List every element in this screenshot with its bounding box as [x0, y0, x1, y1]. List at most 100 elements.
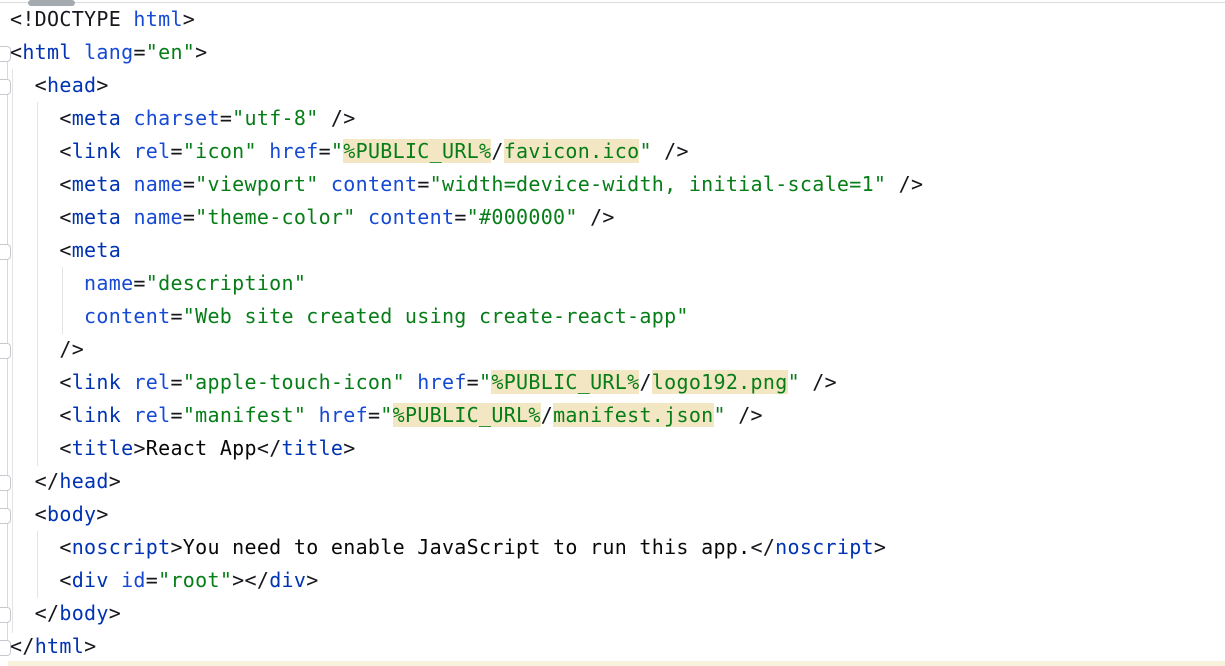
code-token: />: [886, 172, 923, 196]
code-token: =: [467, 370, 479, 394]
code-token: <: [10, 535, 72, 559]
code-token: =: [133, 271, 145, 295]
code-token: =: [183, 205, 195, 229]
code-token: [121, 205, 133, 229]
code-token: "manifest": [183, 403, 306, 427]
code-line[interactable]: <meta name="viewport" content="width=dev…: [10, 168, 1225, 201]
code-token: content: [331, 172, 417, 196]
code-token: =: [133, 40, 145, 64]
code-token: >: [109, 601, 121, 625]
code-token: >: [183, 7, 195, 31]
code-token: <: [10, 106, 72, 130]
code-token: />: [652, 139, 689, 163]
code-token: [405, 370, 417, 394]
code-token: ": [479, 370, 491, 394]
code-token: >: [96, 73, 108, 97]
code-line[interactable]: <meta: [10, 234, 1225, 267]
code-token: >: [343, 436, 355, 460]
code-token: [306, 403, 318, 427]
code-line[interactable]: <!DOCTYPE html>: [10, 3, 1225, 36]
code-token: link: [72, 370, 121, 394]
code-line[interactable]: </body>: [10, 597, 1225, 630]
code-token: head: [59, 469, 108, 493]
code-token: >: [195, 40, 207, 64]
code-line[interactable]: <title>React App</title>: [10, 432, 1225, 465]
code-token: <: [10, 238, 72, 262]
code-editor[interactable]: <!DOCTYPE html><html lang="en"> <head> <…: [0, 0, 1225, 666]
code-token: ": [331, 139, 343, 163]
code-token: content: [84, 304, 170, 328]
code-token: >: [133, 436, 145, 460]
template-token: logo192.png: [652, 370, 788, 394]
code-token: rel: [133, 139, 170, 163]
code-token: body: [59, 601, 108, 625]
code-token: =: [170, 403, 182, 427]
code-token: div: [269, 568, 306, 592]
code-line[interactable]: <head>: [10, 69, 1225, 102]
code-token: charset: [133, 106, 219, 130]
code-token: "icon": [183, 139, 257, 163]
code-line[interactable]: <html lang="en">: [10, 36, 1225, 69]
code-token: [257, 139, 269, 163]
code-line[interactable]: <body>: [10, 498, 1225, 531]
template-token: %PUBLIC_URL%: [491, 370, 639, 394]
code-token: link: [72, 139, 121, 163]
code-token: ": [714, 403, 726, 427]
code-token: <: [10, 502, 47, 526]
code-token: =: [319, 139, 331, 163]
code-token: "viewport": [195, 172, 318, 196]
code-line[interactable]: <link rel="manifest" href="%PUBLIC_URL%/…: [10, 399, 1225, 432]
code-token: =: [220, 106, 232, 130]
code-token: [10, 304, 84, 328]
code-token: noscript: [72, 535, 171, 559]
code-token: [356, 205, 368, 229]
code-line[interactable]: <link rel="icon" href="%PUBLIC_URL%/favi…: [10, 135, 1225, 168]
code-token: div: [72, 568, 109, 592]
code-line[interactable]: <noscript>You need to enable JavaScript …: [10, 531, 1225, 564]
code-token: </: [750, 535, 775, 559]
code-line[interactable]: <div id="root"></div>: [10, 564, 1225, 597]
code-token: href: [269, 139, 318, 163]
code-token: ": [788, 370, 800, 394]
code-token: ": [380, 403, 392, 427]
code-line[interactable]: <meta charset="utf-8" />: [10, 102, 1225, 135]
code-token: "apple-touch-icon": [183, 370, 405, 394]
code-line[interactable]: content="Web site created using create-r…: [10, 300, 1225, 333]
code-line[interactable]: </html>: [10, 630, 1225, 663]
code-token: <: [10, 568, 72, 592]
code-token: name: [84, 271, 133, 295]
code-token: React App: [146, 436, 257, 460]
code-token: <: [10, 436, 72, 460]
code-token: html: [133, 7, 182, 31]
template-token: manifest.json: [553, 403, 713, 427]
code-line[interactable]: name="description": [10, 267, 1225, 300]
code-token: =: [417, 172, 429, 196]
code-token: [319, 172, 331, 196]
code-token: =: [454, 205, 466, 229]
code-token: content: [368, 205, 454, 229]
code-token: title: [72, 436, 134, 460]
code-line[interactable]: <meta name="theme-color" content="#00000…: [10, 201, 1225, 234]
code-token: </: [10, 469, 59, 493]
code-token: [10, 271, 84, 295]
code-token: You need to enable JavaScript to run thi…: [183, 535, 751, 559]
code-token: />: [319, 106, 356, 130]
code-line[interactable]: <link rel="apple-touch-icon" href="%PUBL…: [10, 366, 1225, 399]
code-token: href: [417, 370, 466, 394]
code-token: link: [72, 403, 121, 427]
code-line[interactable]: </head>: [10, 465, 1225, 498]
code-token: ></: [232, 568, 269, 592]
code-token: <: [10, 40, 22, 64]
code-line[interactable]: />: [10, 333, 1225, 366]
code-token: =: [146, 568, 158, 592]
template-token: %PUBLIC_URL%: [343, 139, 491, 163]
code-token: </: [10, 601, 59, 625]
code-token: body: [47, 502, 96, 526]
code-token: /: [541, 403, 553, 427]
code-token: html: [22, 40, 71, 64]
code-token: name: [133, 205, 182, 229]
template-token: %PUBLIC_URL%: [393, 403, 541, 427]
code-token: [109, 568, 121, 592]
code-token: head: [47, 73, 96, 97]
code-token: =: [183, 172, 195, 196]
